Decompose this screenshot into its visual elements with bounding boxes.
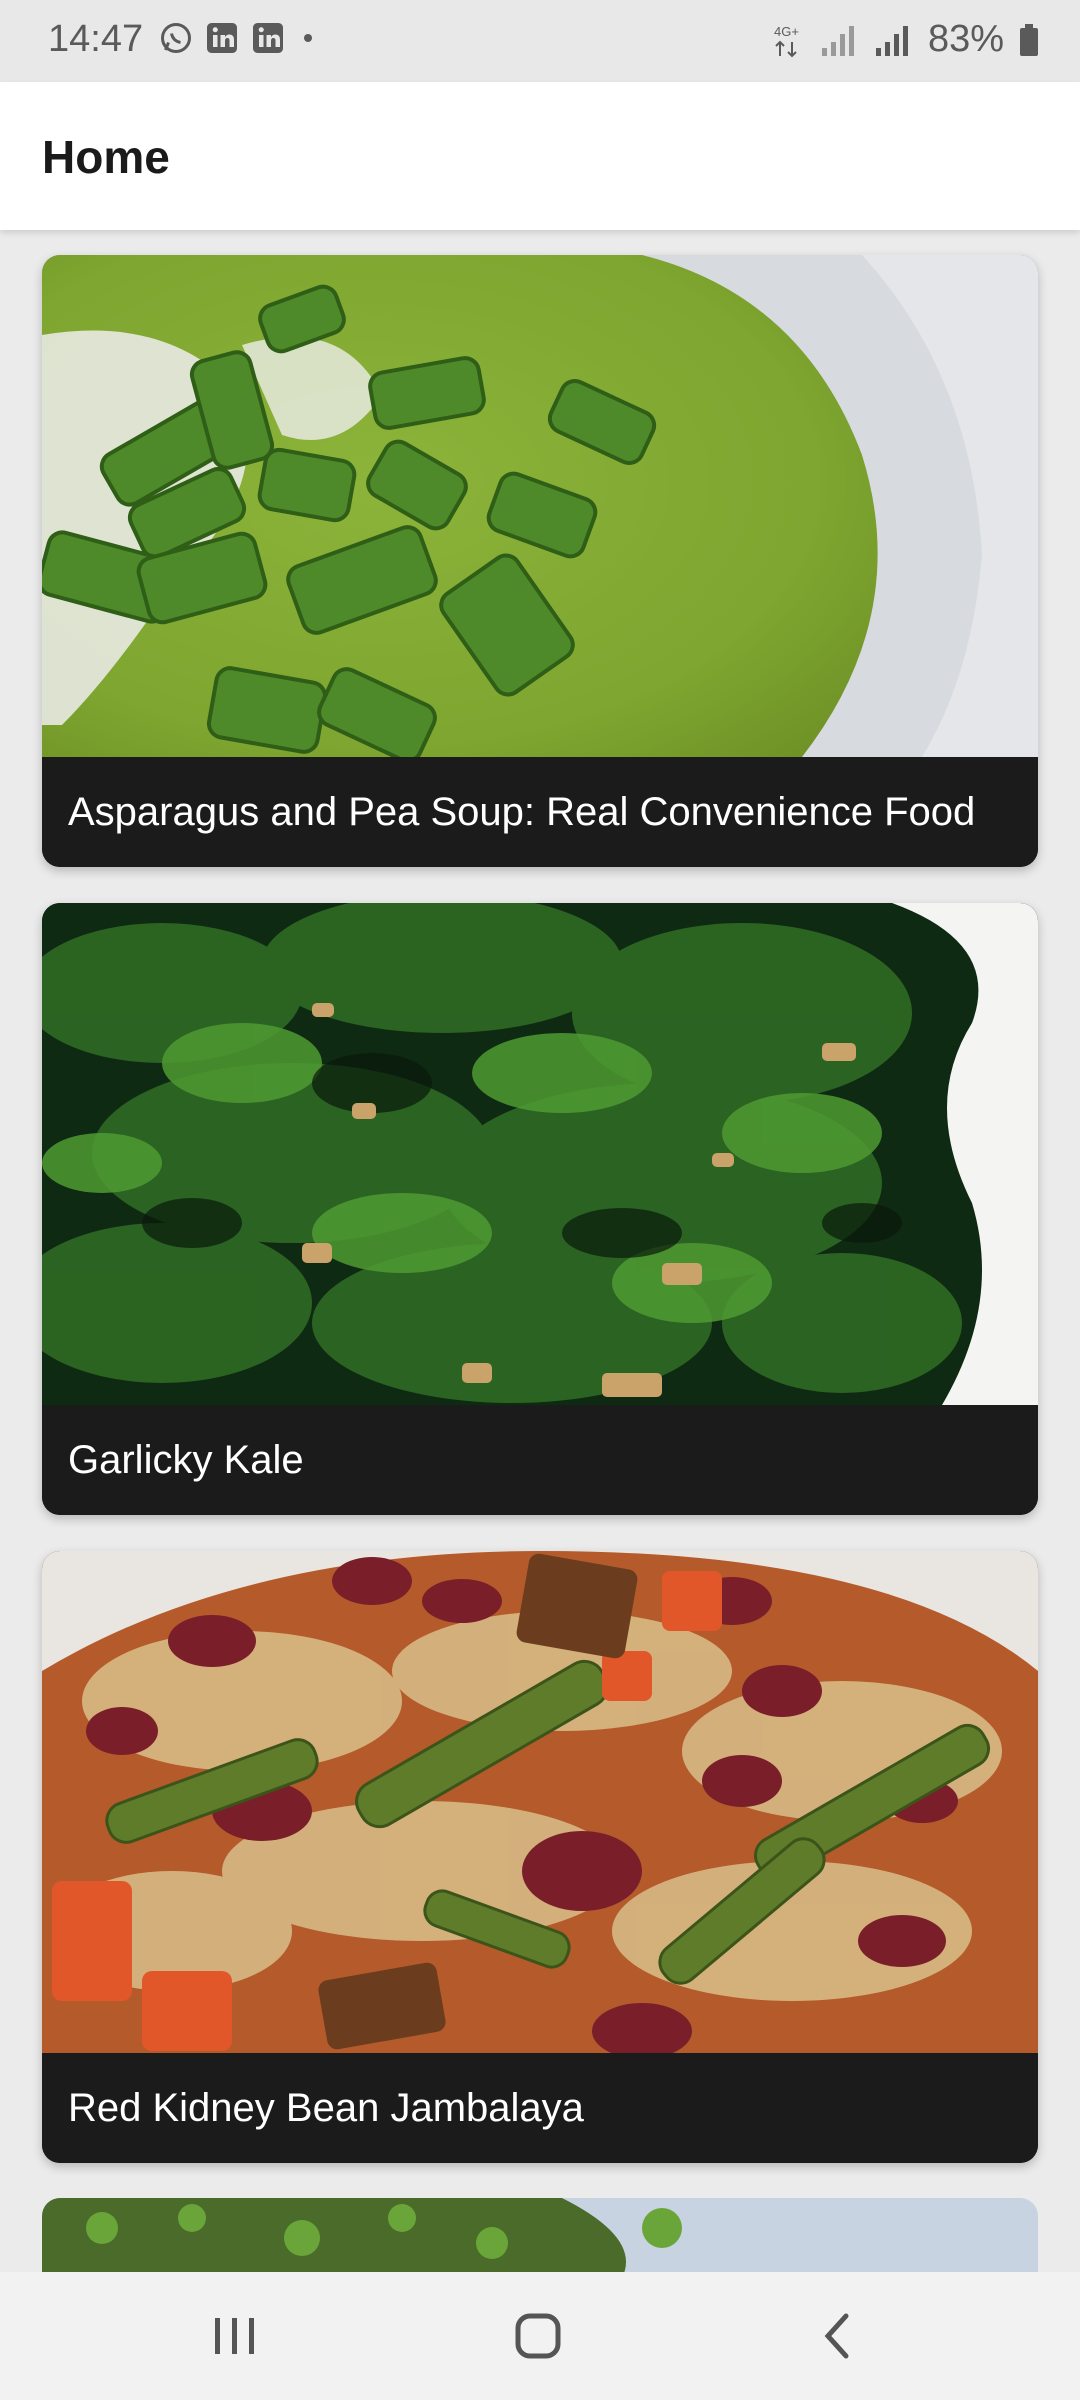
network-4g-icon: 4G+ (774, 24, 799, 57)
signal-icon (821, 25, 854, 56)
signal-icon (875, 25, 908, 56)
recipe-image-green-soup (42, 255, 1038, 757)
dot-icon (304, 34, 312, 42)
recipe-image-kale (42, 903, 1038, 1405)
whatsapp-icon (161, 23, 191, 53)
recipe-title: Asparagus and Pea Soup: Real Convenience… (42, 757, 1038, 867)
linkedin-icon (253, 23, 283, 53)
app-bar: Home (0, 82, 1080, 230)
recipe-card[interactable]: Red Kidney Bean Jambalaya (42, 1551, 1038, 2163)
svg-text:4G+: 4G+ (774, 24, 799, 39)
battery-icon (1020, 23, 1038, 56)
recipe-card[interactable]: Garlicky Kale (42, 903, 1038, 1515)
recipe-image-partial (42, 2198, 1038, 2278)
recipe-image-jambalaya (42, 1551, 1038, 2053)
status-right: 4G+ 83% (772, 18, 1040, 61)
recipe-card-partial[interactable] (42, 2198, 1038, 2278)
recent-apps-icon[interactable] (205, 2306, 265, 2366)
home-icon[interactable] (508, 2306, 568, 2366)
recipe-card[interactable]: Asparagus and Pea Soup: Real Convenience… (42, 255, 1038, 867)
recipe-title: Garlicky Kale (42, 1405, 1038, 1515)
status-time: 14:47 (48, 18, 144, 60)
linkedin-icon (207, 23, 237, 53)
status-bar: 14:47 4G+ 83% (0, 0, 1080, 82)
battery-percent: 83% (927, 18, 1004, 60)
recipe-title: Red Kidney Bean Jambalaya (42, 2053, 1038, 2163)
back-icon[interactable] (810, 2306, 870, 2366)
notification-icons (158, 20, 320, 56)
page-title: Home (42, 131, 170, 183)
system-nav-bar (0, 2272, 1080, 2400)
